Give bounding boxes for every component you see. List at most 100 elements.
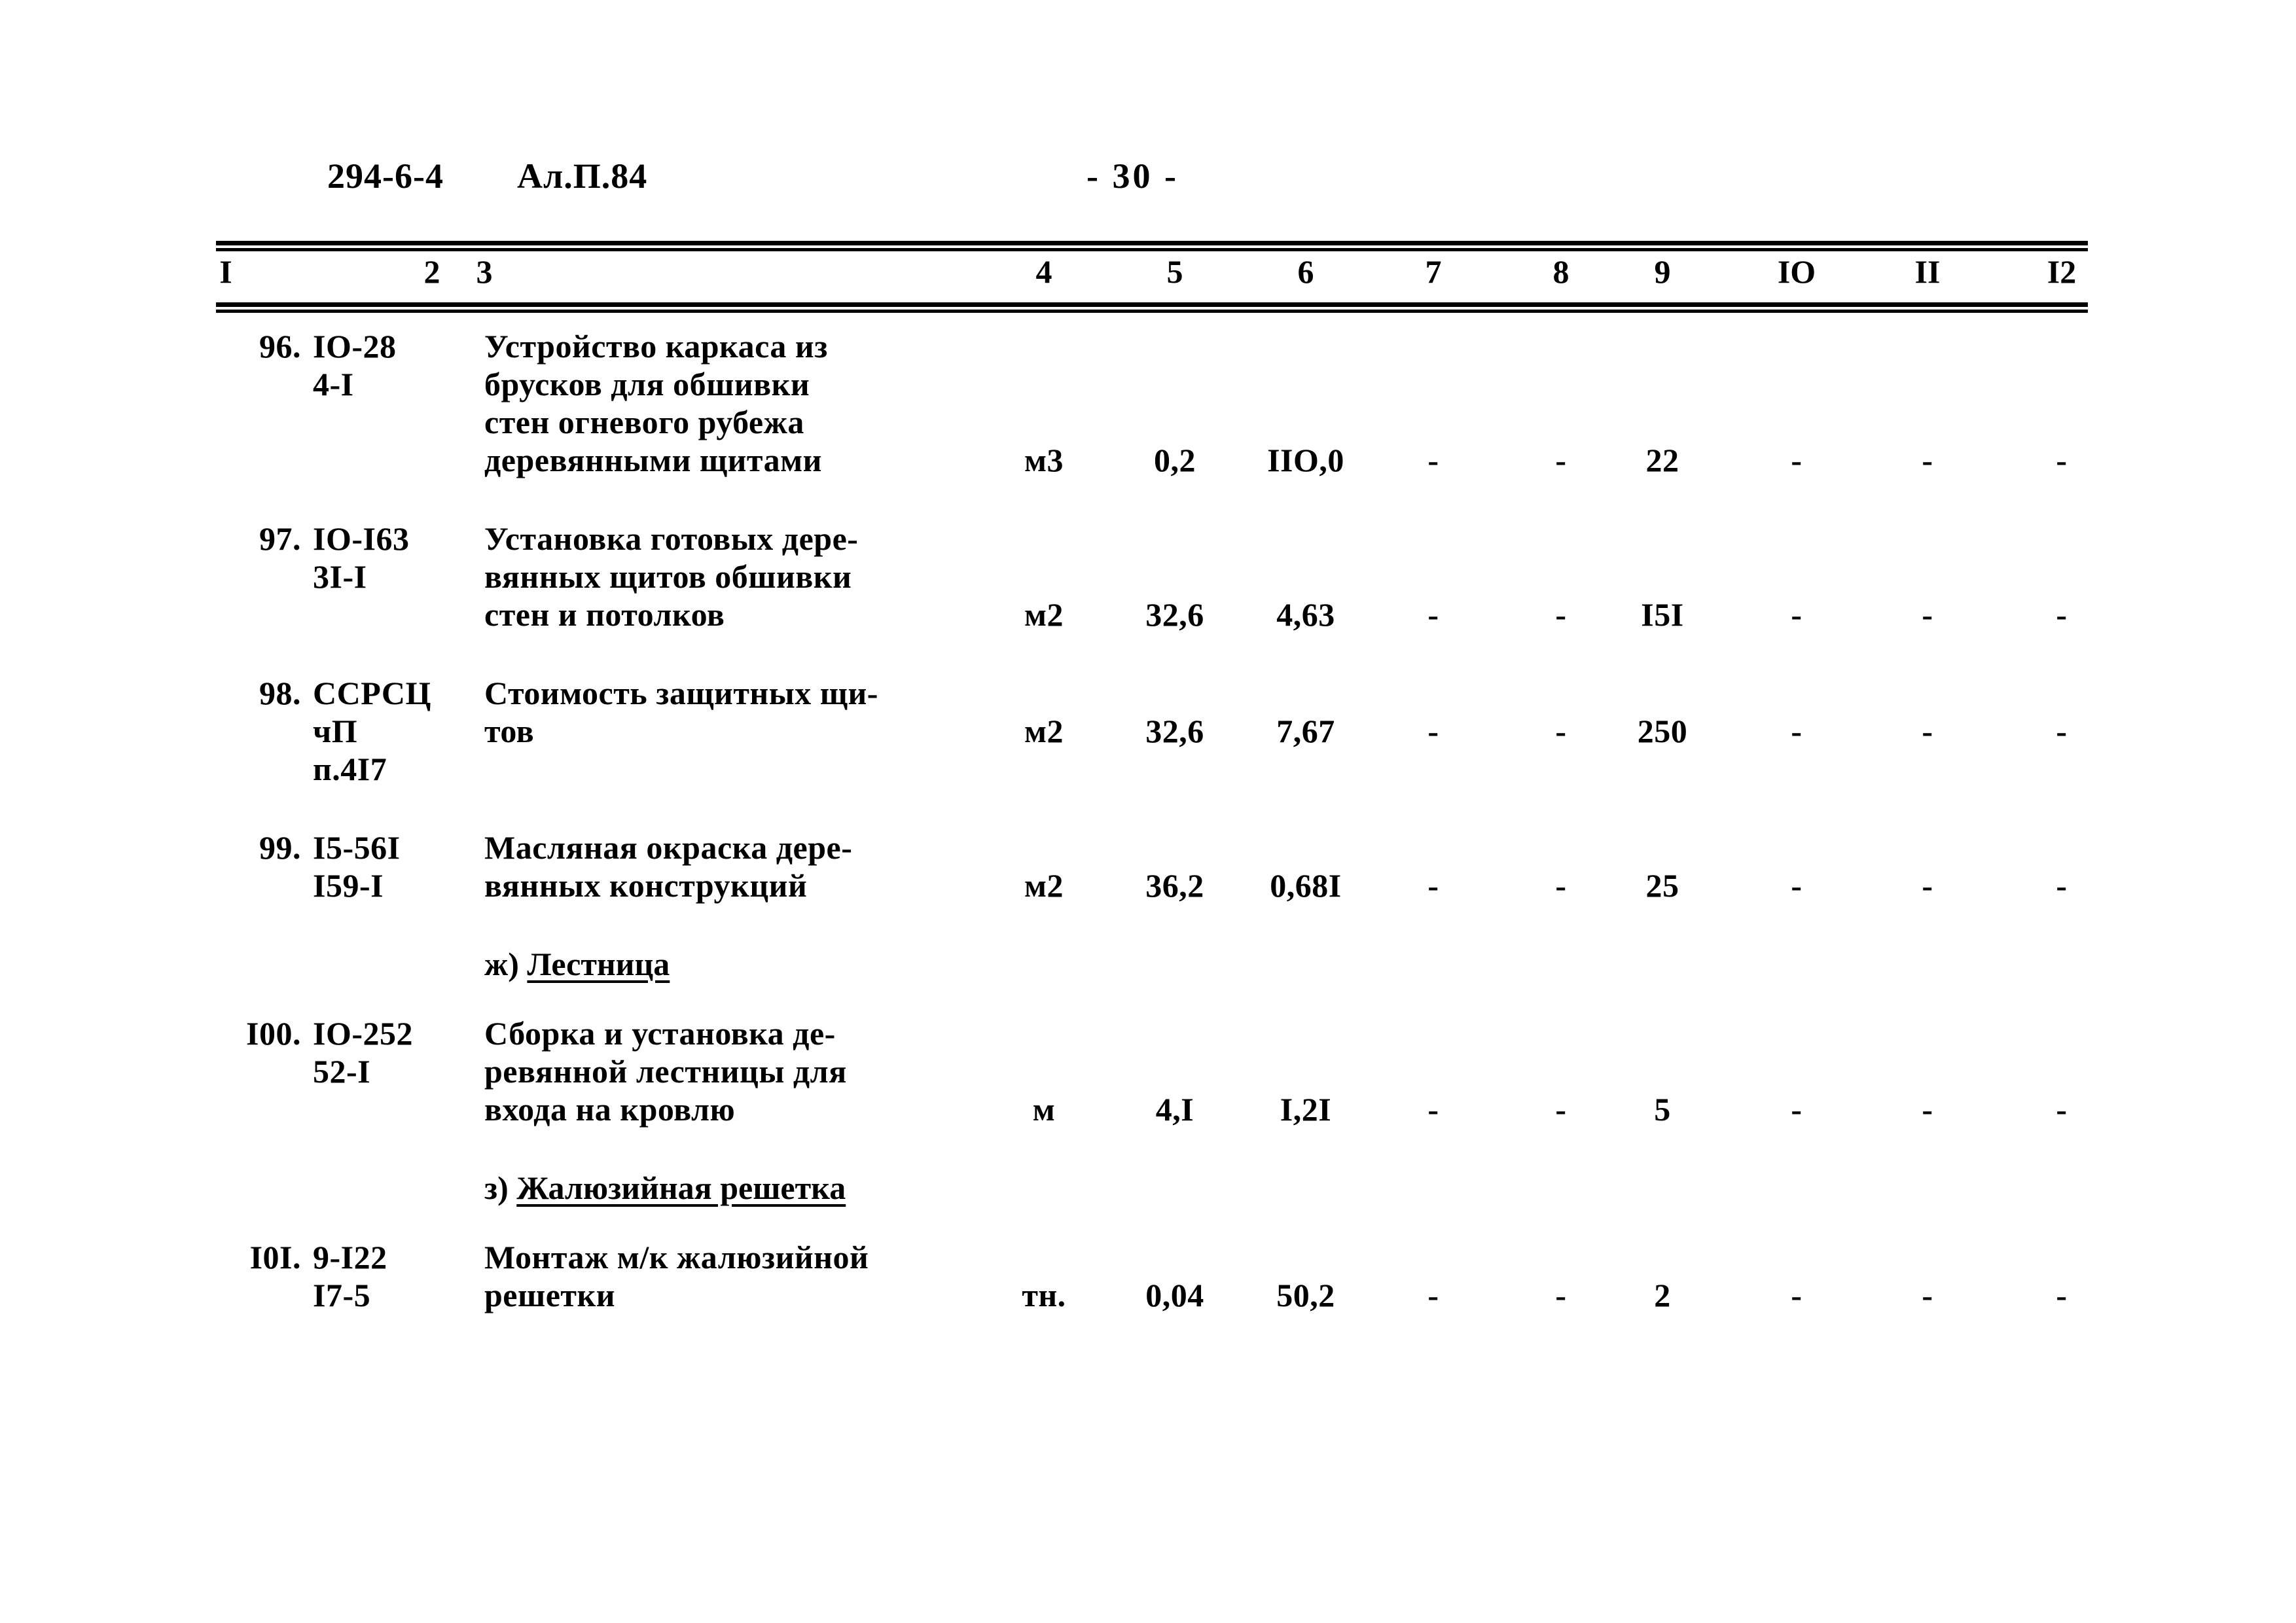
cell-col10: -	[1791, 1091, 1803, 1128]
cell-col10: -	[1791, 713, 1803, 749]
document-page: 294-6-4 Ал.П.84 - 30 - I 2 3 4 5 6 7 8 9 IO II I2 9…	[0, 0, 2296, 1623]
cell-norm-code: чП	[313, 713, 358, 749]
album-code: Ал.П.84	[517, 156, 648, 196]
cell-description: вянных щитов обшивки	[484, 558, 852, 595]
column-number-11: II	[1914, 253, 1941, 290]
cell-unit: тн.	[1022, 1277, 1066, 1313]
cell-description: Стоимость защитных щи-	[484, 675, 878, 711]
cell-col7: -	[1427, 1277, 1439, 1313]
cell-norm-code: 52-I	[313, 1053, 371, 1090]
table-row: I0I. 9-I22 I7-5 Монтаж м/к жалюзийной решетк…	[0, 1238, 2296, 1314]
cell-unit: м3	[1024, 442, 1064, 478]
cell-item-number: 99.	[259, 829, 301, 866]
cell-col10: -	[1791, 1277, 1803, 1313]
subsection-marker: з)	[484, 1169, 517, 1206]
cell-col7: -	[1427, 867, 1439, 904]
column-number-9: 9	[1654, 253, 1671, 290]
cell-norm-code: 3I-I	[313, 558, 367, 595]
cell-norm-code: 9-I22	[313, 1239, 387, 1275]
cell-norm-code: IO-I63	[313, 520, 410, 557]
cell-description: решетки	[484, 1277, 616, 1313]
cell-col11: -	[1922, 713, 1933, 749]
cell-col10: -	[1791, 596, 1803, 633]
table-row: I00. IO-252 52-I Сборка и установка де-ревя…	[0, 1014, 2296, 1128]
column-number-4: 4	[1035, 253, 1052, 290]
cell-col7: -	[1427, 442, 1439, 478]
cell-quantity: 4,I	[1155, 1091, 1194, 1128]
cell-description: вянных конструкций	[484, 867, 808, 904]
cell-description: ревянной лестницы для	[484, 1053, 847, 1090]
page-header: 294-6-4 Ал.П.84 - 30 -	[0, 156, 2296, 215]
cell-norm-code: I59-I	[313, 867, 384, 904]
cell-description: брусков для обшивки	[484, 366, 810, 402]
cell-item-number: 96.	[259, 328, 301, 365]
cell-col11: -	[1922, 596, 1933, 633]
column-number-7: 7	[1425, 253, 1442, 290]
cell-description: тов	[484, 713, 535, 749]
cell-col9: 5	[1654, 1091, 1671, 1128]
cell-col9: 250	[1637, 713, 1688, 749]
column-number-1: I	[219, 253, 232, 290]
table-top-rule	[216, 241, 2088, 251]
cell-col11: -	[1922, 1091, 1933, 1128]
table-subheading-row: з) Жалюзийная решетка	[0, 1169, 2296, 1233]
cell-unit-cost: 7,67	[1276, 713, 1335, 749]
cell-col12: -	[2056, 442, 2068, 478]
column-number-3: 3	[476, 253, 493, 290]
subsection-caption: Жалюзийная решетка	[516, 1169, 846, 1206]
cell-norm-code: IO-252	[313, 1015, 413, 1052]
table-subheading-row: ж) Лестница	[0, 945, 2296, 1009]
subsection-heading: ж) Лестница	[484, 945, 670, 983]
cell-unit: м2	[1024, 713, 1064, 749]
cell-description: Сборка и установка де-	[484, 1015, 836, 1052]
cell-quantity: 32,6	[1145, 596, 1204, 633]
cell-unit: м2	[1024, 596, 1064, 633]
table-row: 98. ССРСЦ чП п.4I7 Стоимость защитных щи-тов…	[0, 674, 2296, 788]
cell-norm-code: ССРСЦ	[313, 675, 431, 711]
cell-quantity: 0,2	[1154, 442, 1196, 478]
cell-unit-cost: 4,63	[1276, 596, 1335, 633]
column-number-12: I2	[2047, 253, 2077, 290]
cell-unit-cost: IIO,0	[1267, 442, 1344, 478]
column-number-5: 5	[1166, 253, 1183, 290]
table-row: 96. IO-28 4-I Устройство каркаса из брусков …	[0, 327, 2296, 479]
column-number-8: 8	[1552, 253, 1570, 290]
cell-col12: -	[2056, 867, 2068, 904]
cell-description: Установка готовых дере-	[484, 520, 859, 557]
cell-col11: -	[1922, 442, 1933, 478]
cell-norm-code: I7-5	[313, 1277, 371, 1313]
cell-quantity: 0,04	[1145, 1277, 1204, 1313]
cell-norm-code: I5-56I	[313, 829, 401, 866]
cell-norm-code: п.4I7	[313, 751, 387, 787]
cell-unit: м2	[1024, 867, 1064, 904]
cell-description: Масляная окраска дере-	[484, 829, 853, 866]
cell-item-number: 97.	[259, 520, 301, 557]
cell-norm-code: IO-28	[313, 328, 397, 365]
document-code: 294-6-4	[327, 156, 444, 196]
table-row: 97. IO-I63 3I-I Установка готовых дере-вянн…	[0, 520, 2296, 633]
cell-description: Монтаж м/к жалюзийной	[484, 1239, 869, 1275]
page-number: - 30 -	[1086, 156, 1179, 196]
cell-description: входа на кровлю	[484, 1091, 736, 1128]
cell-item-number: I0I.	[249, 1239, 301, 1275]
cell-item-number: 98.	[259, 675, 301, 711]
cell-description: деревянными щитами	[484, 442, 822, 478]
table-row: 99. I5-56I I59-I Масляная окраска дере-вянн…	[0, 829, 2296, 904]
cell-col12: -	[2056, 1277, 2068, 1313]
subsection-marker: ж)	[484, 946, 528, 982]
column-number-6: 6	[1297, 253, 1314, 290]
cell-unit-cost: 50,2	[1276, 1277, 1335, 1313]
column-number-10: IO	[1777, 253, 1816, 290]
subsection-heading: з) Жалюзийная решетка	[484, 1169, 846, 1207]
cell-unit-cost: I,2I	[1280, 1091, 1332, 1128]
cell-col11: -	[1922, 867, 1933, 904]
cell-description: Устройство каркаса из	[484, 328, 828, 365]
cell-quantity: 32,6	[1145, 713, 1204, 749]
cell-col10: -	[1791, 442, 1803, 478]
cell-col12: -	[2056, 713, 2068, 749]
cell-col7: -	[1427, 596, 1439, 633]
cell-item-number: I00.	[246, 1015, 301, 1052]
cell-description: стен и потолков	[484, 596, 725, 633]
table-column-header-row: I 2 3 4 5 6 7 8 9 IO II I2	[0, 253, 2296, 298]
cell-col9: 25	[1645, 867, 1679, 904]
